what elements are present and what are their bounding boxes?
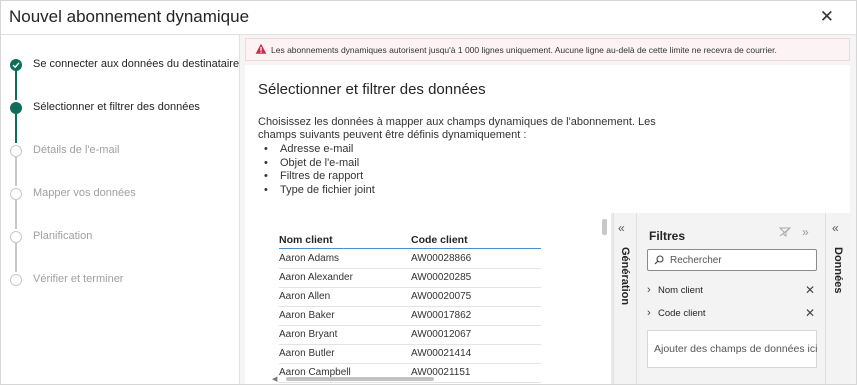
table-cell: Aaron Bryant [279,329,338,340]
step-current-icon [10,102,22,114]
filters-pane: Filtres » Rechercher › Nom client ✕ › Co… [636,213,825,384]
filter-item-customer-name[interactable]: › Nom client ✕ [647,281,817,301]
step-done-icon [10,59,22,71]
dialog: Nouvel abonnement dynamique ✕ Se connect… [0,0,857,385]
data-pane-label: Données [832,247,844,294]
chevron-right-icon[interactable]: › [647,307,651,319]
horizontal-scrollbar[interactable]: ◀ [268,375,605,383]
filter-off-icon[interactable] [779,227,791,237]
table-row: Aaron Allen AW00020075 [279,288,541,307]
scroll-left-icon[interactable]: ◀ [272,375,277,383]
wizard-stepper: Se connecter aux données du destinataire… [1,35,239,384]
table-row: Aaron Bryant AW00012067 [279,326,541,345]
add-data-fields-dropzone[interactable]: Ajouter des champs de données ici [647,330,817,368]
table-cell: AW00020285 [411,272,472,283]
warning-icon [255,43,267,54]
table-cell: Aaron Adams [279,253,340,264]
page-title: Sélectionner et filtrer des données [258,81,486,98]
warning-text: Les abonnements dynamiques autorisent ju… [271,45,777,55]
filter-item-label: Code client [658,308,706,319]
search-icon [654,255,664,265]
step-label: Détails de l'e-mail [33,144,120,156]
table-cell: Aaron Baker [279,310,335,321]
step-pending-icon [10,231,22,243]
step-connect-recipient-data[interactable]: Se connecter aux données du destinataire [1,55,239,75]
table-row: Aaron Alexander AW00020285 [279,269,541,288]
column-header-customer-code[interactable]: Code client [411,234,468,246]
step-label: Se connecter aux données du destinataire [33,58,240,70]
table-cell: Aaron Alexander [279,272,353,283]
column-header-customer-name[interactable]: Nom client [279,234,333,246]
main-panel: Les abonnements dynamiques autorisent ju… [240,35,856,384]
filter-item-label: Nom client [658,285,703,296]
expand-chevron-icon[interactable]: « [832,221,839,235]
step-label: Sélectionner et filtrer des données [33,101,200,113]
step-select-filter-data[interactable]: Sélectionner et filtrer des données [1,98,239,118]
warning-banner: Les abonnements dynamiques autorisent ju… [245,38,850,61]
step-pending-icon [10,274,22,286]
list-item: Objet de l'e-mail [264,157,375,171]
collapse-chevron-icon[interactable]: » [802,225,809,239]
table-cell: AW00012067 [411,329,472,340]
chevron-right-icon[interactable]: › [647,284,651,296]
expand-chevron-icon[interactable]: « [618,221,625,235]
header-rule [279,248,541,249]
list-item: Filtres de rapport [264,170,375,184]
table-row: Aaron Butler AW00021414 [279,345,541,364]
table-cell: AW00028866 [411,253,472,264]
step-label: Planification [33,230,93,242]
table-cell: Aaron Allen [279,291,331,302]
filters-title: Filtres [649,229,686,243]
dialog-title: Nouvel abonnement dynamique [9,7,250,26]
vertical-scrollbar[interactable] [602,219,607,235]
list-item: Type de fichier joint [264,184,375,198]
generation-pane-label: Génération [619,247,631,306]
step-schedule[interactable]: Planification [1,227,239,247]
table-row: Aaron Adams AW00028866 [279,250,541,269]
description-text: Choisissez les données à mapper aux cham… [258,116,656,141]
close-icon[interactable]: ✕ [820,7,834,27]
table-row: Aaron Baker AW00017862 [279,307,541,326]
table-cell: AW00021414 [411,348,472,359]
table-canvas[interactable]: Nom client Code client Aaron Adams AW000… [262,213,611,384]
generation-pane-collapsed[interactable]: « Génération [613,213,636,384]
dynamic-fields-list: Adresse e-mail Objet de l'e-mail Filtres… [264,143,375,197]
filter-item-customer-code[interactable]: › Code client ✕ [647,304,817,324]
step-pending-icon [10,188,22,200]
remove-filter-icon[interactable]: ✕ [805,306,815,320]
content-card: Sélectionner et filtrer des données Choi… [245,65,851,384]
list-item: Adresse e-mail [264,143,375,157]
step-label: Vérifier et terminer [33,273,124,285]
add-fields-placeholder: Ajouter des champs de données ici [654,343,818,355]
step-pending-icon [10,145,22,157]
step-review-finish[interactable]: Vérifier et terminer [1,270,239,290]
search-placeholder: Rechercher [670,255,722,266]
table-cell: Aaron Butler [279,348,335,359]
filters-search-input[interactable]: Rechercher [647,249,817,271]
remove-filter-icon[interactable]: ✕ [805,283,815,297]
step-email-details[interactable]: Détails de l'e-mail [1,141,239,161]
scrollbar-thumb[interactable] [286,377,434,381]
step-map-data[interactable]: Mapper vos données [1,184,239,204]
table-cell: AW00020075 [411,291,472,302]
step-label: Mapper vos données [33,187,136,199]
report-editor: Nom client Code client Aaron Adams AW000… [262,213,851,384]
table-cell: AW00017862 [411,310,472,321]
data-pane-collapsed[interactable]: « Données [825,213,851,384]
